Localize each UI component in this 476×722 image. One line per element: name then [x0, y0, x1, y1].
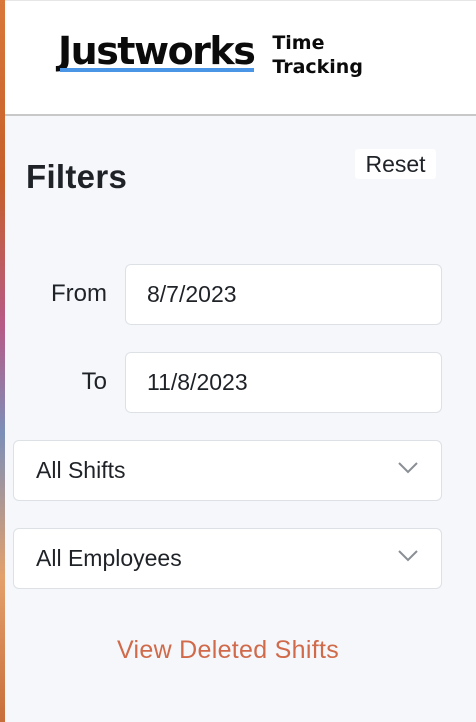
brand-wordmark: Justworks	[58, 29, 256, 73]
from-label: From	[51, 280, 107, 307]
brand-logo[interactable]: Justworks Time Tracking	[58, 29, 363, 79]
brand-underline	[60, 68, 255, 72]
from-date-input[interactable]: 8/7/2023	[125, 264, 442, 325]
shifts-select-value: All Shifts	[36, 457, 126, 483]
filters-panel: Filters Reset From 8/7/2023 To 11/8/2023…	[5, 116, 476, 722]
view-deleted-shifts-link[interactable]: View Deleted Shifts	[5, 636, 451, 665]
product-name-line1: Time	[272, 32, 325, 54]
product-name: Time Tracking	[272, 31, 363, 79]
product-name-line2: Tracking	[272, 56, 363, 78]
chevron-down-icon	[398, 462, 418, 474]
to-label: To	[81, 368, 107, 395]
chevron-down-icon	[398, 550, 418, 562]
filters-title: Filters	[26, 158, 128, 195]
app-header: Justworks Time Tracking	[5, 0, 476, 116]
employees-select[interactable]: All Employees	[13, 528, 442, 589]
to-date-input[interactable]: 11/8/2023	[125, 352, 442, 413]
from-date-value: 8/7/2023	[147, 281, 237, 307]
employees-select-value: All Employees	[36, 545, 182, 571]
brand-name: Justworks	[58, 29, 256, 73]
reset-button[interactable]: Reset	[355, 149, 436, 179]
shifts-select[interactable]: All Shifts	[13, 440, 442, 501]
to-date-value: 11/8/2023	[147, 369, 248, 395]
